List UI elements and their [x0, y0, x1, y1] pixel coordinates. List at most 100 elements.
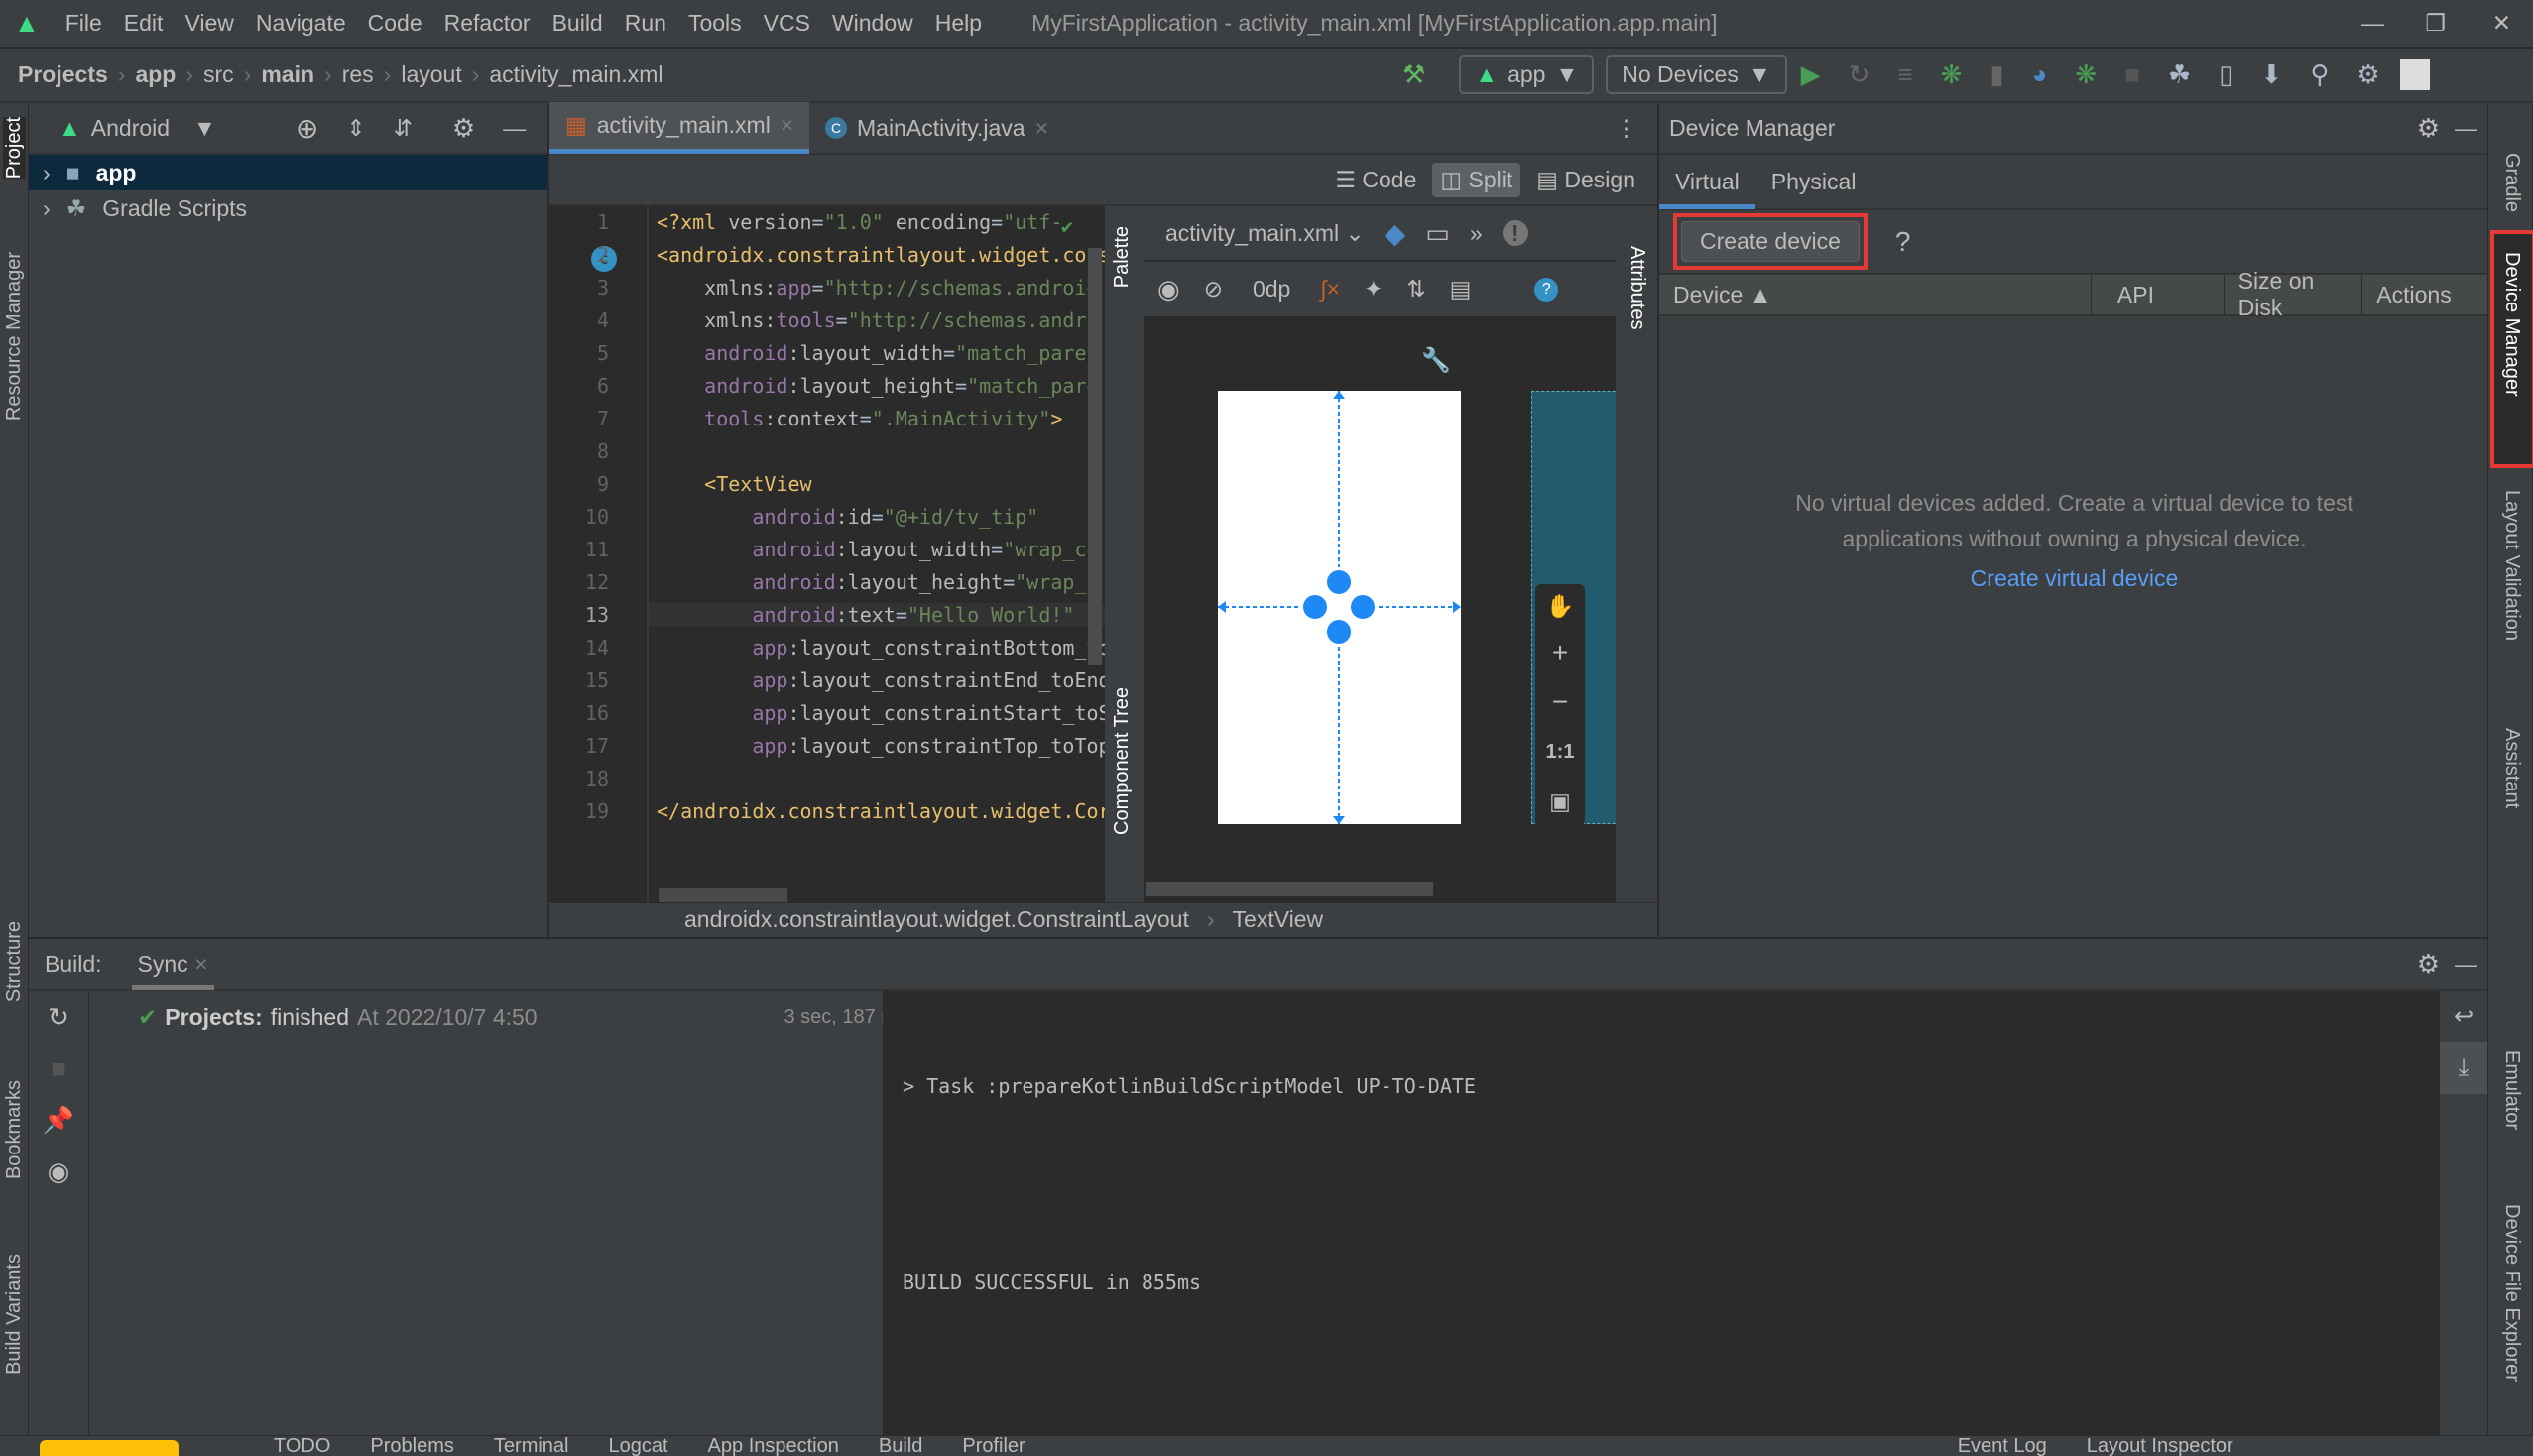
menu-run[interactable]: Run: [625, 10, 666, 37]
restore-button[interactable]: ❐: [2425, 10, 2446, 37]
debug-icon[interactable]: ❋: [1941, 60, 1963, 90]
code-editor[interactable]: c ✔ 1 <?xml version="1.0" encoding="utf- 2…: [549, 206, 1105, 902]
status-tab[interactable]: Terminal: [494, 1436, 569, 1456]
locate-icon[interactable]: ⊕: [296, 112, 318, 145]
sdk-manager-icon[interactable]: ⬇: [2261, 60, 2283, 90]
zoom-in-button[interactable]: +: [1535, 628, 1585, 677]
menu-edit[interactable]: Edit: [124, 10, 164, 37]
guidelines-icon[interactable]: ⇅: [1406, 276, 1425, 303]
gear-icon[interactable]: ⚙: [2417, 949, 2440, 980]
code-line[interactable]: <?xml version="1.0" encoding="utf-: [657, 210, 1062, 234]
stop-icon[interactable]: ■: [2124, 60, 2140, 90]
tree-item-app[interactable]: › ■ app: [29, 155, 547, 190]
apply-changes-icon[interactable]: ↻: [1849, 60, 1870, 90]
hide-icon[interactable]: —: [2455, 951, 2477, 978]
path-item[interactable]: TextView: [1233, 907, 1324, 933]
search-icon[interactable]: ⚲: [2310, 60, 2329, 90]
expand-all-icon[interactable]: ⇕: [346, 115, 365, 142]
layout-file-dropdown[interactable]: activity_main.xml ⌄: [1165, 220, 1365, 247]
mode-split-button[interactable]: ◫ Split: [1432, 162, 1521, 197]
clear-constraints-icon[interactable]: ∫×: [1320, 276, 1340, 303]
sync-icon[interactable]: ↻: [29, 991, 88, 1042]
column-api[interactable]: API: [2092, 275, 2225, 314]
code-line[interactable]: android:layout_width="wrap_co: [657, 538, 1098, 561]
mode-code-button[interactable]: ☰ Code: [1327, 163, 1424, 197]
zoom-reset-button[interactable]: 1:1: [1535, 727, 1585, 777]
help-button[interactable]: ?: [1895, 226, 1911, 258]
code-line[interactable]: tools:context=".MainActivity">: [657, 407, 1062, 430]
tool-tab-device-file-explorer[interactable]: Device File Explorer: [2500, 1204, 2523, 1382]
menu-tools[interactable]: Tools: [688, 10, 742, 37]
menu-navigate[interactable]: Navigate: [256, 10, 346, 37]
tree-item-gradle-scripts[interactable]: › ☘ Gradle Scripts: [29, 190, 547, 226]
canvas-scrollbar[interactable]: [1146, 882, 1433, 896]
breadcrumb-item[interactable]: src: [203, 61, 234, 88]
create-virtual-device-link[interactable]: Create virtual device: [1659, 560, 2489, 596]
column-device[interactable]: Device ▲: [1659, 275, 2092, 314]
status-tab[interactable]: Problems: [370, 1436, 453, 1456]
zoom-out-button[interactable]: −: [1535, 677, 1585, 727]
code-line[interactable]: xmlns:app="http://schemas.android: [657, 276, 1098, 300]
tool-tab-assistant[interactable]: Assistant: [2500, 728, 2523, 808]
column-actions[interactable]: Actions: [2362, 275, 2487, 314]
code-line[interactable]: android:id="@+id/tv_tip": [657, 505, 1038, 529]
horizontal-scrollbar[interactable]: [659, 888, 787, 902]
close-tab-icon[interactable]: ×: [1035, 115, 1048, 142]
breadcrumb-item[interactable]: Projects: [18, 61, 108, 88]
hide-icon[interactable]: —: [503, 115, 526, 142]
help-icon[interactable]: ?: [1534, 277, 1559, 302]
tab-mainactivity-java[interactable]: C MainActivity.java ×: [809, 102, 1064, 154]
tab-activity-main-xml[interactable]: ▦ activity_main.xml ×: [549, 102, 809, 154]
stop-icon[interactable]: ■: [29, 1042, 88, 1094]
menu-window[interactable]: Window: [832, 10, 913, 37]
default-margin-input[interactable]: 0dp: [1246, 276, 1297, 303]
status-tab[interactable]: TODO: [274, 1436, 330, 1456]
device-dropdown[interactable]: No Devices ▼: [1606, 55, 1787, 94]
tool-tab-emulator[interactable]: Emulator: [2500, 1050, 2523, 1130]
menu-build[interactable]: Build: [552, 10, 603, 37]
code-line[interactable]: <androidx.constraintlayout.widget.cons: [657, 243, 1105, 267]
code-line[interactable]: xmlns:tools="http://schemas.andro: [657, 308, 1098, 332]
tool-tab-project[interactable]: Project: [3, 117, 26, 180]
run-icon[interactable]: ▶: [1801, 60, 1821, 90]
view-options-icon[interactable]: ◉: [1157, 274, 1180, 304]
menu-file[interactable]: File: [65, 10, 102, 37]
device-manager-icon[interactable]: ▯: [2219, 60, 2232, 90]
align-icon[interactable]: ▤: [1450, 276, 1472, 303]
tab-virtual[interactable]: Virtual: [1659, 154, 1755, 209]
orientation-icon[interactable]: ▭: [1425, 218, 1450, 249]
more-options-icon[interactable]: ⋮: [1615, 115, 1637, 142]
chevron-down-icon[interactable]: ▼: [193, 115, 216, 142]
code-line[interactable]: android:layout_width="match_paren: [657, 341, 1098, 365]
pan-icon[interactable]: ✋: [1535, 584, 1585, 628]
tab-physical[interactable]: Physical: [1755, 169, 1872, 195]
column-size[interactable]: Size on Disk: [2225, 268, 2363, 320]
code-line[interactable]: app:layout_constraintStart_toS: [657, 701, 1105, 725]
menu-code[interactable]: Code: [368, 10, 422, 37]
status-tab[interactable]: Profiler: [962, 1436, 1025, 1456]
attach-debugger-process-icon[interactable]: ❋: [2075, 60, 2097, 90]
code-line[interactable]: android:layout_height="wrap_c: [657, 570, 1098, 594]
tool-tab-attributes[interactable]: Attributes: [1626, 246, 1648, 329]
chevron-right-icon[interactable]: ›: [43, 195, 51, 222]
wrench-icon[interactable]: 🔧: [1421, 346, 1451, 375]
eye-icon[interactable]: ◉: [29, 1146, 88, 1197]
code-line[interactable]: android:text="Hello World!": [649, 603, 1105, 627]
project-view-dropdown[interactable]: Android: [91, 115, 170, 142]
mode-design-button[interactable]: ▤ Design: [1528, 163, 1643, 197]
close-tab-icon[interactable]: ×: [194, 951, 207, 977]
tool-tab-bookmarks[interactable]: Bookmarks: [3, 1080, 26, 1179]
menu-refactor[interactable]: Refactor: [444, 10, 531, 37]
pin-icon[interactable]: 📌: [29, 1094, 88, 1146]
menu-help[interactable]: Help: [935, 10, 982, 37]
autoconnect-icon[interactable]: ⊘: [1204, 276, 1223, 303]
tool-tab-gradle[interactable]: Gradle: [2500, 153, 2523, 212]
tool-tab-resource-manager[interactable]: Resource Manager: [3, 252, 26, 421]
breadcrumb-item[interactable]: layout: [401, 61, 461, 88]
collapse-all-icon[interactable]: ⇵: [394, 115, 413, 142]
breadcrumb-item[interactable]: app: [135, 61, 176, 88]
zoom-fit-icon[interactable]: ▣: [1535, 777, 1585, 826]
chevron-right-icon[interactable]: ›: [43, 160, 51, 186]
create-device-button[interactable]: Create device: [1681, 221, 1860, 262]
apply-code-changes-icon[interactable]: ≡: [1897, 60, 1912, 90]
